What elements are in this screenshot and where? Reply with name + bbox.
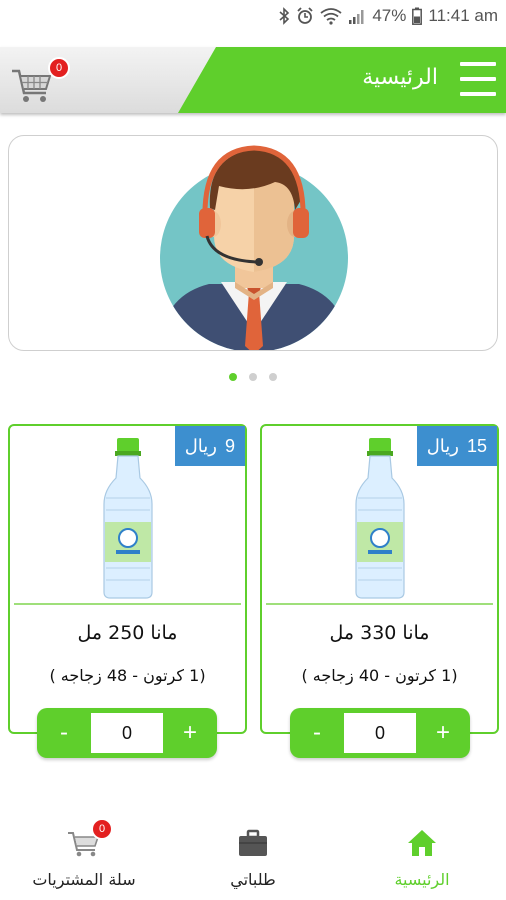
price-value: 9 <box>224 435 235 456</box>
product-card[interactable]: 9 ريال مانا 250 مل (1 كرتون - 48 زجاجه ) <box>8 424 247 734</box>
nav-item-home[interactable]: الرئيسية <box>347 828 497 889</box>
nav-item-cart[interactable]: 0 سلة المشتريات <box>9 818 159 889</box>
bottom-navigation: الرئيسية طلباتي 0 سلة المشتريات <box>0 806 506 900</box>
cart-badge: 0 <box>91 818 113 840</box>
price-tag: 15 ريال <box>416 426 497 466</box>
product-name: مانا 330 مل <box>329 622 430 644</box>
price-tag: 9 ريال <box>174 426 245 466</box>
battery-icon <box>412 7 423 25</box>
support-agent-illustration <box>160 145 348 350</box>
price-currency: ريال <box>184 435 217 456</box>
product-card[interactable]: 15 ريال مانا 330 مل (1 كرتون - 40 زجاجه … <box>260 424 499 734</box>
app-bar: 0 الرئيسية <box>0 47 506 113</box>
slider-dot[interactable] <box>249 373 257 381</box>
water-bottle-image <box>355 438 405 599</box>
increase-button[interactable]: + <box>163 708 217 758</box>
nav-item-orders[interactable]: طلباتي <box>178 828 328 889</box>
product-name: مانا 250 مل <box>77 622 178 644</box>
app-screen: 47% 11:41 am 0 الرئيسية 15 ريال مانا 330… <box>0 0 506 900</box>
status-icons: 47% 11:41 am <box>278 6 498 26</box>
slider-dot[interactable] <box>269 373 277 381</box>
price-currency: ريال <box>426 435 459 456</box>
card-divider <box>266 603 493 605</box>
slider-dot[interactable] <box>229 373 237 381</box>
quantity-stepper: - 0 + <box>290 708 470 758</box>
status-bar: 47% 11:41 am <box>0 0 506 36</box>
cart-icon: 0 <box>67 818 113 858</box>
water-bottle-image <box>103 438 153 599</box>
quantity-field[interactable]: 0 <box>344 713 416 753</box>
banner-slider[interactable] <box>8 135 498 351</box>
briefcase-icon <box>236 828 270 858</box>
home-icon <box>405 828 439 858</box>
menu-icon[interactable] <box>460 62 496 96</box>
price-value: 15 <box>466 435 487 456</box>
header-cart-badge: 0 <box>48 57 70 79</box>
card-divider <box>14 603 241 605</box>
increase-button[interactable]: + <box>416 708 470 758</box>
header-cart-button[interactable]: 0 <box>10 57 70 105</box>
nav-label-home: الرئيسية <box>394 870 450 889</box>
nav-label-cart: سلة المشتريات <box>32 870 136 889</box>
wifi-icon <box>320 8 342 25</box>
signal-icon <box>349 10 364 24</box>
quantity-stepper: - 0 + <box>37 708 217 758</box>
slider-indicator <box>0 373 506 381</box>
bluetooth-icon <box>279 7 290 25</box>
page-title: الرئيسية <box>362 65 438 90</box>
decrease-button[interactable]: - <box>290 708 344 758</box>
quantity-field[interactable]: 0 <box>91 713 163 753</box>
nav-label-orders: طلباتي <box>230 870 276 889</box>
product-description: (1 كرتون - 48 زجاجه ) <box>49 666 206 685</box>
product-description: (1 كرتون - 40 زجاجه ) <box>301 666 458 685</box>
alarm-icon <box>297 7 313 24</box>
header-green-band: الرئيسية <box>178 47 506 113</box>
clock: 11:41 am <box>428 6 498 25</box>
battery-percent: 47% <box>372 6 407 25</box>
decrease-button[interactable]: - <box>37 708 91 758</box>
